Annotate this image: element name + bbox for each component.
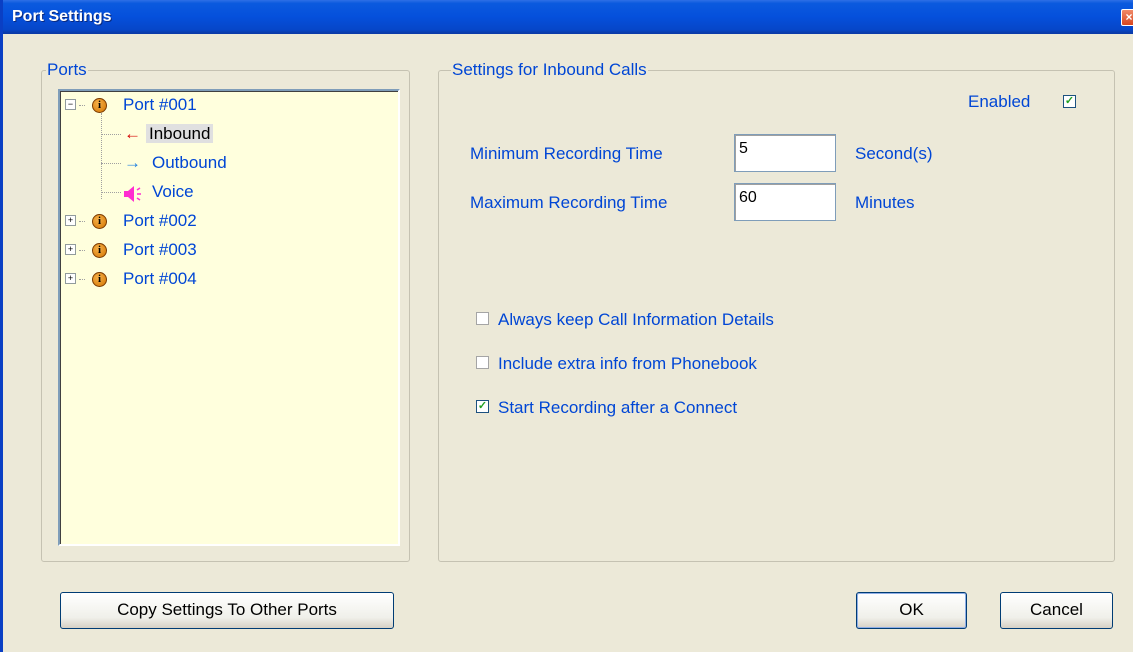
collapse-icon[interactable]: − [65,99,76,110]
ports-group-caption: Ports [46,60,88,79]
tree-item-port-001[interactable]: Port #001 [123,94,197,116]
copy-settings-button[interactable]: Copy Settings To Other Ports [60,592,394,629]
keep-call-details-label[interactable]: Always keep Call Information Details [498,310,774,330]
tree-item-port-002[interactable]: Port #002 [123,210,197,232]
title-bar[interactable]: Port Settings × [3,0,1133,34]
min-recording-input[interactable]: 5 [734,134,836,172]
expand-icon[interactable]: + [65,244,76,255]
expand-icon[interactable]: + [65,273,76,284]
tree-item-port-004[interactable]: Port #004 [123,268,197,290]
expand-icon[interactable]: + [65,215,76,226]
ok-button[interactable]: OK [856,592,967,629]
cancel-button[interactable]: Cancel [1000,592,1113,629]
tree-connector [101,163,121,164]
enabled-checkbox[interactable]: ✓ [1063,95,1076,108]
keep-call-details-checkbox[interactable] [476,312,489,325]
tree-item-voice[interactable]: Voice [152,181,194,203]
speaker-icon [123,185,145,203]
min-recording-label: Minimum Recording Time [470,144,663,163]
max-recording-unit: Minutes [855,193,915,212]
port-info-icon: i [92,98,107,113]
tree-connector [101,134,121,135]
settings-group-caption: Settings for Inbound Calls [451,60,648,79]
window-title: Port Settings [12,8,112,25]
port-info-icon: i [92,214,107,229]
port-settings-dialog: Port Settings × Ports − i Port #001 ← In… [0,0,1133,652]
right-arrow-icon: → [124,153,141,172]
check-icon: ✓ [1064,95,1075,107]
phonebook-info-checkbox[interactable] [476,356,489,369]
tree-item-inbound[interactable]: Inbound [146,123,214,145]
max-recording-label: Maximum Recording Time [470,193,668,212]
check-icon: ✓ [477,400,488,412]
tree-connector [79,105,85,106]
max-recording-input[interactable]: 60 [734,183,836,221]
left-arrow-icon: ← [124,124,141,143]
min-recording-unit: Second(s) [855,144,933,163]
tree-item-outbound[interactable]: Outbound [152,152,227,174]
tree-item-port-003[interactable]: Port #003 [123,239,197,261]
tree-connector [79,250,85,251]
start-recording-checkbox[interactable]: ✓ [476,400,489,413]
start-recording-label[interactable]: Start Recording after a Connect [498,398,737,418]
enabled-label: Enabled [968,92,1031,111]
tree-item-label: Inbound [146,124,214,143]
tree-connector [79,221,85,222]
tree-connector [79,279,85,280]
phonebook-info-label[interactable]: Include extra info from Phonebook [498,354,757,374]
port-info-icon: i [92,272,107,287]
tree-connector [101,192,121,193]
ports-tree[interactable]: − i Port #001 ← Inbound → Outbound Voice… [58,89,400,546]
port-info-icon: i [92,243,107,258]
tree-connector [101,113,102,199]
close-icon[interactable]: × [1121,9,1133,26]
